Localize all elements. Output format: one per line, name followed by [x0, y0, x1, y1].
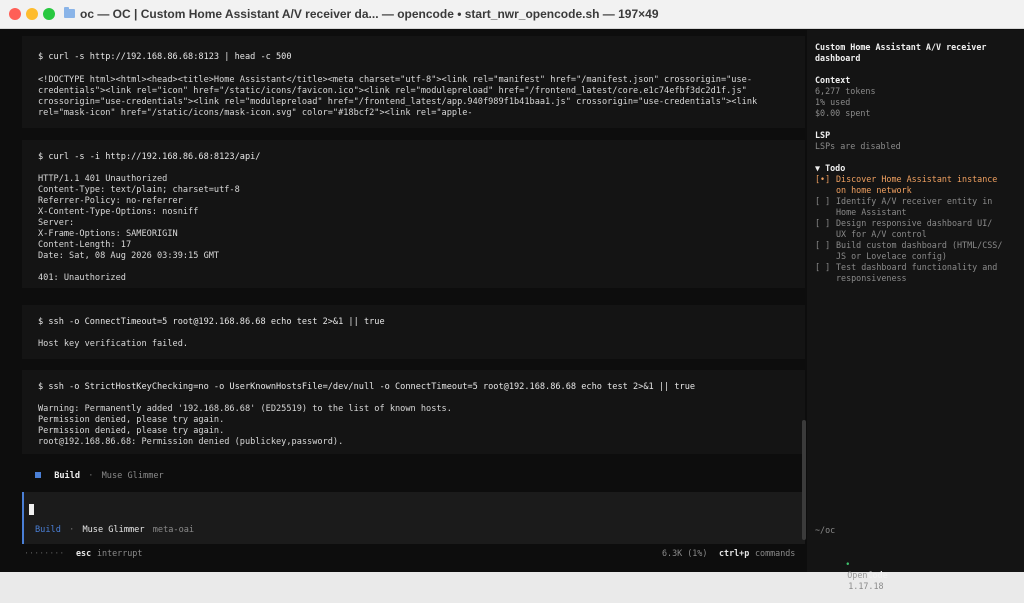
todo-item-mark: [ ] — [815, 218, 831, 228]
output-line: root@192.168.86.68: Permission denied (p… — [38, 437, 344, 447]
footer-bar: ········ esc interrupt 6.3K (1%) ctrl+p … — [24, 548, 804, 560]
output-line: X-Frame-Options: SAMEORIGIN — [38, 229, 178, 239]
todo-item-text: Discover Home Assistant instance — [836, 174, 998, 184]
context-heading: Context — [815, 75, 851, 85]
command-line: $ ssh -o StrictHostKeyChecking=no -o Use… — [38, 382, 696, 392]
output-line: Date: Sat, 08 Aug 2026 03:39:15 GMT — [38, 251, 220, 261]
context-tokens: 6,277 tokens — [815, 86, 876, 96]
scrollbar[interactable] — [802, 420, 806, 540]
todo-item-text: Home Assistant — [836, 207, 907, 217]
todo-item-mark: [ ] — [815, 240, 831, 250]
session-title: Custom Home Assistant A/V receiver — [815, 42, 987, 52]
window-title: oc — OC | Custom Home Assistant A/V rece… — [80, 7, 659, 21]
todo-item-text: Test dashboard functionality and — [836, 262, 998, 272]
build-label: Build — [54, 471, 81, 481]
output-line: Content-Type: text/plain; charset=utf-8 — [38, 185, 240, 195]
output-line: Content-Length: 17 — [38, 240, 132, 250]
build-status: Build · Muse Glimmer — [35, 471, 164, 481]
model-name[interactable]: Muse Glimmer — [82, 525, 144, 535]
tool-output-block: $ curl -s http://192.168.86.68:8123 | he… — [22, 36, 805, 128]
zoom-window-button[interactable] — [43, 8, 55, 20]
text-cursor — [29, 504, 34, 515]
output-line: Permission denied, please try again. — [38, 426, 225, 436]
build-agent: Muse Glimmer — [101, 471, 164, 481]
build-separator: · — [88, 471, 94, 481]
mode-label[interactable]: Build — [35, 525, 61, 535]
command-line: $ curl -s http://192.168.86.68:8123 | he… — [38, 52, 292, 62]
tool-output-block: $ ssh -o StrictHostKeyChecking=no -o Use… — [22, 370, 805, 454]
build-square-icon — [35, 472, 41, 478]
todo-item-mark: [•] — [815, 174, 831, 184]
session-transcript[interactable]: $ curl -s http://192.168.86.68:8123 | he… — [8, 30, 806, 572]
output-line: 401: Unauthorized — [38, 273, 126, 283]
output-line: Warning: Permanently added '192.168.86.6… — [38, 404, 452, 414]
todo-item-text: Build custom dashboard (HTML/CSS/ — [836, 240, 1003, 250]
todo-item-text: on home network — [836, 185, 912, 195]
ctrl-p-key: ctrl+p — [719, 548, 750, 558]
output-line: crossorigin="use-credentials"><link rel=… — [38, 97, 758, 107]
context-spent: $0.00 spent — [815, 108, 871, 118]
mode-separator: · — [69, 525, 75, 535]
output-line: X-Content-Type-Options: nosniff — [38, 207, 199, 217]
terminal-window: oc — OC | Custom Home Assistant A/V rece… — [0, 0, 1024, 591]
app-version-line: • OpenCode 1.17.18 — [815, 548, 887, 603]
usage-indicator: 6.3K (1%) — [662, 548, 708, 558]
minimize-window-button[interactable] — [26, 8, 38, 20]
tool-output-block: $ curl -s -i http://192.168.86.68:8123/a… — [22, 140, 805, 288]
close-window-button[interactable] — [9, 8, 21, 20]
commands-label[interactable]: commands — [755, 548, 795, 558]
working-directory: ~/oc — [815, 525, 836, 535]
esc-label: interrupt — [97, 548, 143, 558]
context-used: 1% used — [815, 97, 851, 107]
prompt-input[interactable] — [22, 492, 805, 544]
output-line: Referrer-Policy: no-referrer — [38, 196, 183, 206]
todo-item-mark: [ ] — [815, 196, 831, 206]
tool-output-block: $ ssh -o ConnectTimeout=5 root@192.168.8… — [22, 305, 805, 359]
provider-name: meta-oai — [152, 525, 195, 535]
folder-icon — [64, 7, 75, 18]
todo-item-text: responsiveness — [836, 273, 907, 283]
output-line: Server: — [38, 218, 75, 228]
todo-item-text: Identify A/V receiver entity in — [836, 196, 993, 206]
prompt-mode-bar: Build · Muse Glimmer meta-oai — [35, 525, 194, 535]
session-sidebar: Custom Home Assistant A/V receiver dashb… — [807, 30, 1024, 591]
todo-item-text: Design responsive dashboard UI/ — [836, 218, 993, 228]
title-bar: oc — OC | Custom Home Assistant A/V rece… — [0, 0, 1024, 29]
session-title: dashboard — [815, 53, 861, 63]
esc-key: esc — [76, 548, 92, 558]
command-line: $ curl -s -i http://192.168.86.68:8123/a… — [38, 152, 261, 162]
output-line: rel="mask-icon" href="/static/icons/mask… — [38, 108, 473, 118]
status-dot-icon: • — [845, 559, 851, 569]
lsp-heading: LSP — [815, 130, 831, 140]
output-line: <!DOCTYPE html><html><head><title>Home A… — [38, 75, 752, 85]
todo-item-text: JS or Lovelace config) — [836, 251, 947, 261]
todo-item-mark: [ ] — [815, 262, 831, 272]
todo-item-text: UX for A/V control — [836, 229, 927, 239]
output-line: HTTP/1.1 401 Unauthorized — [38, 174, 168, 184]
todo-heading[interactable]: ▼ Todo — [815, 163, 845, 174]
output-line: credentials"><link rel="icon" href="/sta… — [38, 86, 747, 96]
output-line: Permission denied, please try again. — [38, 415, 225, 425]
command-line: $ ssh -o ConnectTimeout=5 root@192.168.8… — [38, 317, 385, 327]
lsp-status: LSPs are disabled — [815, 141, 901, 151]
progress-dots: ········ — [24, 548, 65, 558]
output-line: Host key verification failed. — [38, 339, 189, 349]
app-version: 1.17.18 — [848, 581, 884, 591]
